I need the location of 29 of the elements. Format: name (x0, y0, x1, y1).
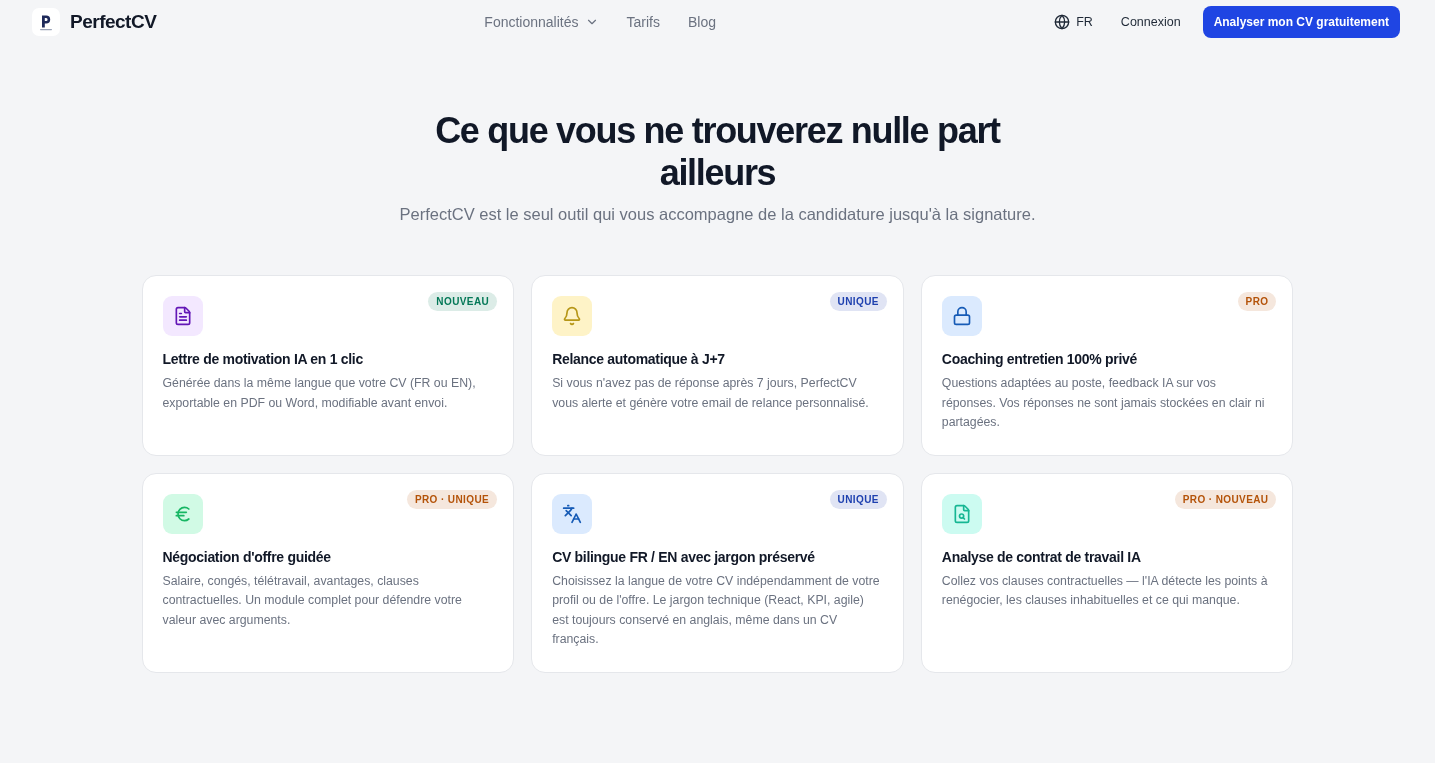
login-link[interactable]: Connexion (1120, 15, 1181, 29)
feature-badge: PRO (1237, 292, 1277, 311)
feature-badge: UNIQUE (829, 489, 887, 509)
feature-badge: PRO · NOUVEAU (1174, 489, 1277, 509)
feature-badge: NOUVEAU (428, 292, 498, 311)
analyze-cv-button[interactable]: Analyser mon CV gratuitement (1202, 6, 1400, 38)
card-description: Questions adaptées au poste, feedback IA sur vos réponses. Vos réponses ne sont jamais stockées en clair ni partagées. (941, 375, 1266, 431)
card-description: Salaire, congés, télétravail, avantages, clauses contractuelles. Un module complet pour défendre votre valeur avec arguments. (162, 572, 463, 629)
card-description: Si vous n'avez pas de réponse après 7 jours, PerfectCV vous alerte et génère votre email de relance personnalisé. (552, 375, 870, 412)
logo-icon[interactable] (32, 8, 60, 36)
card-description: Collez vos clauses contractuelles — l'IA détecte les points à renégocier, les clauses inhabituelles et ce qui manque. (941, 572, 1269, 609)
card-description: Choisissez la langue de votre CV indépendamment de votre profil ou de l'offre. Le jargon technique (React, KPI, agile) est toujours conservé en anglais, même dans un CV français. (552, 572, 881, 648)
globe-icon (1054, 14, 1071, 30)
card-title: Coaching entretien 100% privé (941, 350, 1138, 368)
card-description: Générée dans la même langue que votre CV (FR ou EN), exportable en PDF ou Word, modifiable avant envoi. (162, 375, 477, 412)
feature-badge: UNIQUE (829, 292, 887, 311)
nav-link[interactable]: Blog (687, 14, 716, 30)
language-selector[interactable]: FR (1054, 14, 1093, 30)
card-title: Relance automatique à J+7 (552, 350, 726, 368)
section-subtitle: PerfectCV est le seul outil qui vous accompagne de la candidature jusqu'à la signature. (399, 204, 1036, 225)
brand-name[interactable]: PerfectCV (70, 11, 157, 33)
section-title: Ce que vous ne trouverez nulle part ailleurs (434, 110, 1002, 194)
card-title: Lettre de motivation IA en 1 clic (162, 350, 364, 368)
card-title: CV bilingue FR / EN avec jargon préservé (552, 547, 816, 566)
nav-link[interactable]: Fonctionnalités (484, 14, 599, 30)
nav-link[interactable]: Tarifs (626, 14, 660, 30)
card-title: Négociation d'offre guidée (162, 547, 332, 566)
card-title: Analyse de contrat de travail IA (941, 547, 1142, 566)
feature-badge: PRO · UNIQUE (406, 489, 498, 509)
